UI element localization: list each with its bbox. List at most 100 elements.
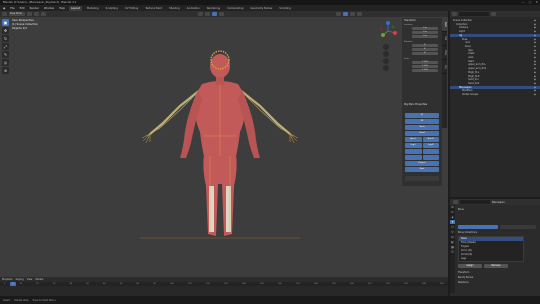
location-label: Location — [404, 24, 413, 26]
select-box-tool-icon[interactable]: ▣ — [2, 19, 9, 26]
shading-material-button[interactable] — [350, 12, 355, 16]
shading-solid-button[interactable] — [343, 12, 348, 16]
timeline-marker-menu[interactable]: Marker — [35, 278, 43, 281]
select-menu[interactable] — [34, 12, 39, 16]
bone-collections-list[interactable]: Torso Torso (Tweak) Fingers Arm.L (IK) A… — [458, 236, 524, 262]
outliner-search-input[interactable] — [459, 12, 489, 16]
visibility-eye-icon[interactable]: ◉ — [534, 93, 536, 97]
properties-row-bone[interactable]: Bone — [458, 208, 538, 212]
workspace-tab-compositing[interactable]: Compositing — [225, 6, 245, 11]
rig-button-head[interactable]: Head — [405, 131, 439, 136]
properties-editor-type-button[interactable] — [453, 200, 458, 204]
rig-button-fingers-r[interactable] — [422, 149, 439, 154]
pose-menu[interactable] — [41, 12, 46, 16]
menu-help[interactable]: Help — [58, 7, 66, 10]
rig-button-fk[interactable]: FK — [405, 119, 439, 124]
cursor-tool-icon[interactable]: ⊕ — [2, 67, 9, 74]
camera-view-icon[interactable] — [383, 58, 389, 64]
scale-z-field[interactable]: 1.000 — [412, 69, 438, 72]
rig-button-extra[interactable] — [405, 176, 439, 181]
workspace-tab-geometry-nodes[interactable]: Geometry Nodes — [248, 6, 274, 11]
move-tool-icon[interactable]: ✥ — [2, 27, 9, 34]
workspace-tab-layout[interactable]: Layout — [69, 5, 82, 11]
playhead-current-frame[interactable]: 1 — [10, 282, 16, 286]
annotate-tool-icon[interactable]: ✎ — [2, 51, 9, 58]
timeline-keying-menu[interactable]: Keying — [16, 278, 24, 281]
scale-tool-icon[interactable]: ⤢ — [2, 43, 9, 50]
frame-tick: 220 — [385, 283, 390, 285]
outliner-row[interactable]: Vertex Groups ◉ — [450, 93, 540, 97]
workspace-tab-texture-paint[interactable]: Texture Paint — [143, 6, 164, 11]
timeline-view-menu[interactable]: View — [27, 278, 33, 281]
blender-logo-icon[interactable]: ◉ — [2, 7, 6, 10]
assign-button[interactable]: Assign — [458, 264, 482, 268]
measure-tool-icon[interactable]: ◎ — [2, 59, 9, 66]
location-y-field[interactable]: 0 m — [412, 31, 438, 34]
rig-button-fingers-l[interactable] — [405, 149, 422, 154]
view-menu[interactable] — [27, 12, 32, 16]
workspace-tab-shading[interactable]: Shading — [167, 6, 182, 11]
rotate-tool-icon[interactable]: ↻ — [2, 35, 9, 42]
sidebar-tab-item[interactable]: Item — [442, 18, 447, 32]
menu-window[interactable]: Window — [43, 7, 55, 10]
rig-button-fingers[interactable]: Fingers — [405, 161, 439, 166]
workspace-tab-sculpting[interactable]: Sculpting — [104, 6, 120, 11]
shading-rendered-button[interactable] — [357, 12, 362, 16]
rotation-x-field[interactable]: 0° — [412, 44, 438, 47]
bone-collection-tab-other[interactable] — [500, 225, 536, 229]
zoom-icon[interactable] — [383, 44, 389, 50]
filter-icon[interactable] — [491, 12, 496, 16]
menu-edit[interactable]: Edit — [19, 7, 26, 10]
global-transform-button[interactable] — [198, 12, 203, 16]
menu-file[interactable]: File — [9, 7, 15, 10]
rig-button-arm-l[interactable]: Arm.L — [405, 137, 422, 142]
workspace-tab-scripting[interactable]: Scripting — [277, 6, 293, 11]
outliner-row-label: torso — [465, 44, 471, 48]
outliner-display-mode-button[interactable] — [452, 12, 457, 16]
sidebar-tab-rig[interactable]: Rig — [442, 60, 447, 74]
workspace-tab-animation[interactable]: Animation — [185, 6, 202, 11]
rotation-z-field[interactable]: 0° — [412, 52, 438, 55]
timeline-playback-menu[interactable]: Playback — [2, 278, 13, 281]
bone-collection-tab-active[interactable] — [458, 225, 498, 229]
snap-toggle[interactable] — [212, 12, 217, 16]
location-z-field[interactable]: 0 m — [412, 35, 438, 38]
editor-type-button[interactable] — [2, 12, 7, 16]
rig-button-root[interactable]: Root — [405, 167, 439, 172]
rig-button-arm-r[interactable]: Arm.R — [422, 137, 439, 142]
properties-row-bendy-bones[interactable]: Bendy Bones — [458, 276, 538, 280]
material-tab-icon[interactable]: ☰ — [450, 250, 455, 255]
pan-hand-icon[interactable] — [383, 51, 389, 57]
timeline-ruler[interactable]: 0 10 20 30 40 50 60 70 80 90 100 110 120… — [0, 282, 448, 286]
perspective-toggle-icon[interactable] — [383, 65, 389, 71]
rig-button-leg-r[interactable]: Leg.R — [422, 143, 439, 148]
rig-button-torso[interactable]: Torso — [405, 125, 439, 130]
pivot-button[interactable] — [205, 12, 210, 16]
properties-search-input[interactable] — [460, 200, 490, 204]
scale-x-field[interactable]: 1.000 — [412, 61, 438, 64]
proportional-edit-button[interactable] — [219, 12, 224, 16]
navigation-gizmo-icon[interactable] — [377, 20, 399, 42]
rig-button-ik[interactable]: IK — [405, 113, 439, 118]
properties-row-transform[interactable]: Transform — [458, 271, 538, 275]
remove-button[interactable]: Remove — [484, 264, 508, 268]
list-item[interactable]: Legs — [459, 257, 523, 261]
mode-select[interactable]: Pose Mode — [9, 12, 25, 16]
rotation-z-row: 0° — [404, 52, 438, 55]
location-x-field[interactable]: 0 m — [412, 27, 438, 30]
scale-y-field[interactable]: 1.000 — [412, 65, 438, 68]
properties-row-relations[interactable]: Relations — [458, 281, 538, 285]
rig-button-leg-l[interactable]: Leg.L — [405, 143, 422, 148]
rotation-y-field[interactable]: 0° — [412, 48, 438, 51]
overlay-toggle[interactable] — [336, 12, 341, 16]
workspace-tab-modeling[interactable]: Modeling — [85, 6, 101, 11]
menu-render[interactable]: Render — [29, 7, 40, 10]
mannequin-model[interactable] — [140, 44, 300, 244]
workspace-tab-uv[interactable]: UV Editing — [123, 6, 141, 11]
frame-tick: 40 — [69, 283, 73, 285]
rig-button-misc-l[interactable] — [405, 155, 422, 160]
sidebar-tab-tool[interactable]: Tool — [442, 32, 447, 46]
sidebar-tab-view[interactable]: View — [442, 46, 447, 60]
rig-button-misc-r[interactable] — [422, 155, 439, 160]
workspace-tab-rendering[interactable]: Rendering — [205, 6, 222, 11]
